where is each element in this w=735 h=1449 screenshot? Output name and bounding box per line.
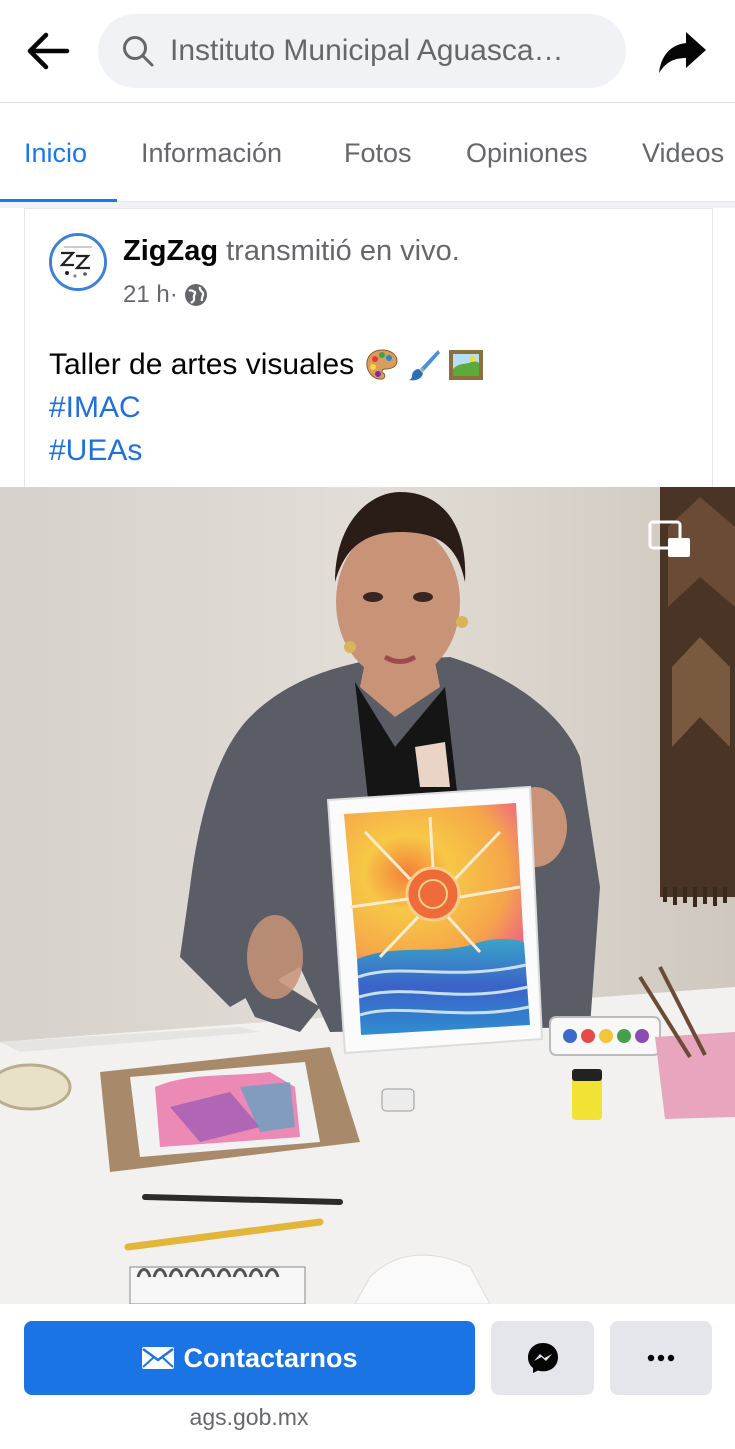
contact-button-label: Contactarnos bbox=[183, 1342, 358, 1373]
post-text-line: Taller de artes visuales bbox=[49, 348, 355, 381]
post-header: ZigZag transmitió en vivo. bbox=[123, 235, 460, 268]
search-query: Instituto Municipal Aguasca… bbox=[170, 34, 564, 67]
video-player[interactable] bbox=[0, 487, 735, 1304]
bottom-action-bar: Contactarnos ags.gob.mx bbox=[0, 1304, 735, 1449]
page-tabs: Inicio Información Fotos Opiniones Video… bbox=[0, 104, 735, 203]
post-time[interactable]: 21 h bbox=[123, 281, 170, 309]
search-icon bbox=[123, 36, 154, 67]
tab-opiniones[interactable]: Opiniones bbox=[466, 104, 588, 202]
post-body: Taller de artes visuales #IMAC #UEAs bbox=[49, 343, 484, 472]
tab-inicio[interactable]: Inicio bbox=[24, 104, 87, 202]
back-arrow-icon bbox=[27, 32, 70, 70]
mail-icon bbox=[142, 1347, 175, 1369]
framed-picture-emoji-icon bbox=[449, 349, 484, 380]
hashtag-link[interactable]: #IMAC bbox=[49, 386, 141, 429]
zigzag-logo-icon bbox=[52, 236, 104, 288]
avatar[interactable] bbox=[49, 233, 107, 291]
picture-in-picture-button[interactable] bbox=[648, 520, 692, 560]
top-bar: Instituto Municipal Aguasca… bbox=[0, 0, 735, 103]
globe-icon bbox=[184, 284, 207, 306]
post-action: transmitió en vivo. bbox=[218, 235, 460, 267]
picture-in-picture-icon bbox=[648, 520, 690, 557]
messenger-icon bbox=[527, 1343, 558, 1373]
share-arrow-icon bbox=[659, 32, 706, 73]
tab-videos[interactable]: Videos bbox=[642, 104, 724, 202]
video-frame bbox=[0, 487, 735, 1304]
search-field[interactable]: Instituto Municipal Aguasca… bbox=[98, 14, 626, 88]
paintbrush-emoji-icon bbox=[409, 349, 441, 380]
author-name[interactable]: ZigZag bbox=[123, 235, 218, 267]
website-link[interactable]: ags.gob.mx bbox=[0, 1404, 498, 1431]
share-button[interactable] bbox=[652, 22, 712, 82]
back-button[interactable] bbox=[18, 24, 76, 78]
contact-button[interactable]: Contactarnos bbox=[24, 1321, 475, 1395]
more-button[interactable] bbox=[610, 1321, 712, 1395]
more-dots-icon bbox=[647, 1354, 675, 1362]
hashtag-link[interactable]: #UEAs bbox=[49, 429, 142, 472]
tab-fotos[interactable]: Fotos bbox=[344, 104, 412, 202]
meta-separator: · bbox=[169, 281, 178, 308]
palette-emoji-icon bbox=[366, 348, 398, 380]
post-card: ZigZag transmitió en vivo. 21 h · Taller… bbox=[24, 208, 713, 487]
post-meta: 21 h · bbox=[123, 281, 208, 309]
messenger-button[interactable] bbox=[491, 1321, 594, 1395]
tab-informacion[interactable]: Información bbox=[141, 104, 282, 202]
